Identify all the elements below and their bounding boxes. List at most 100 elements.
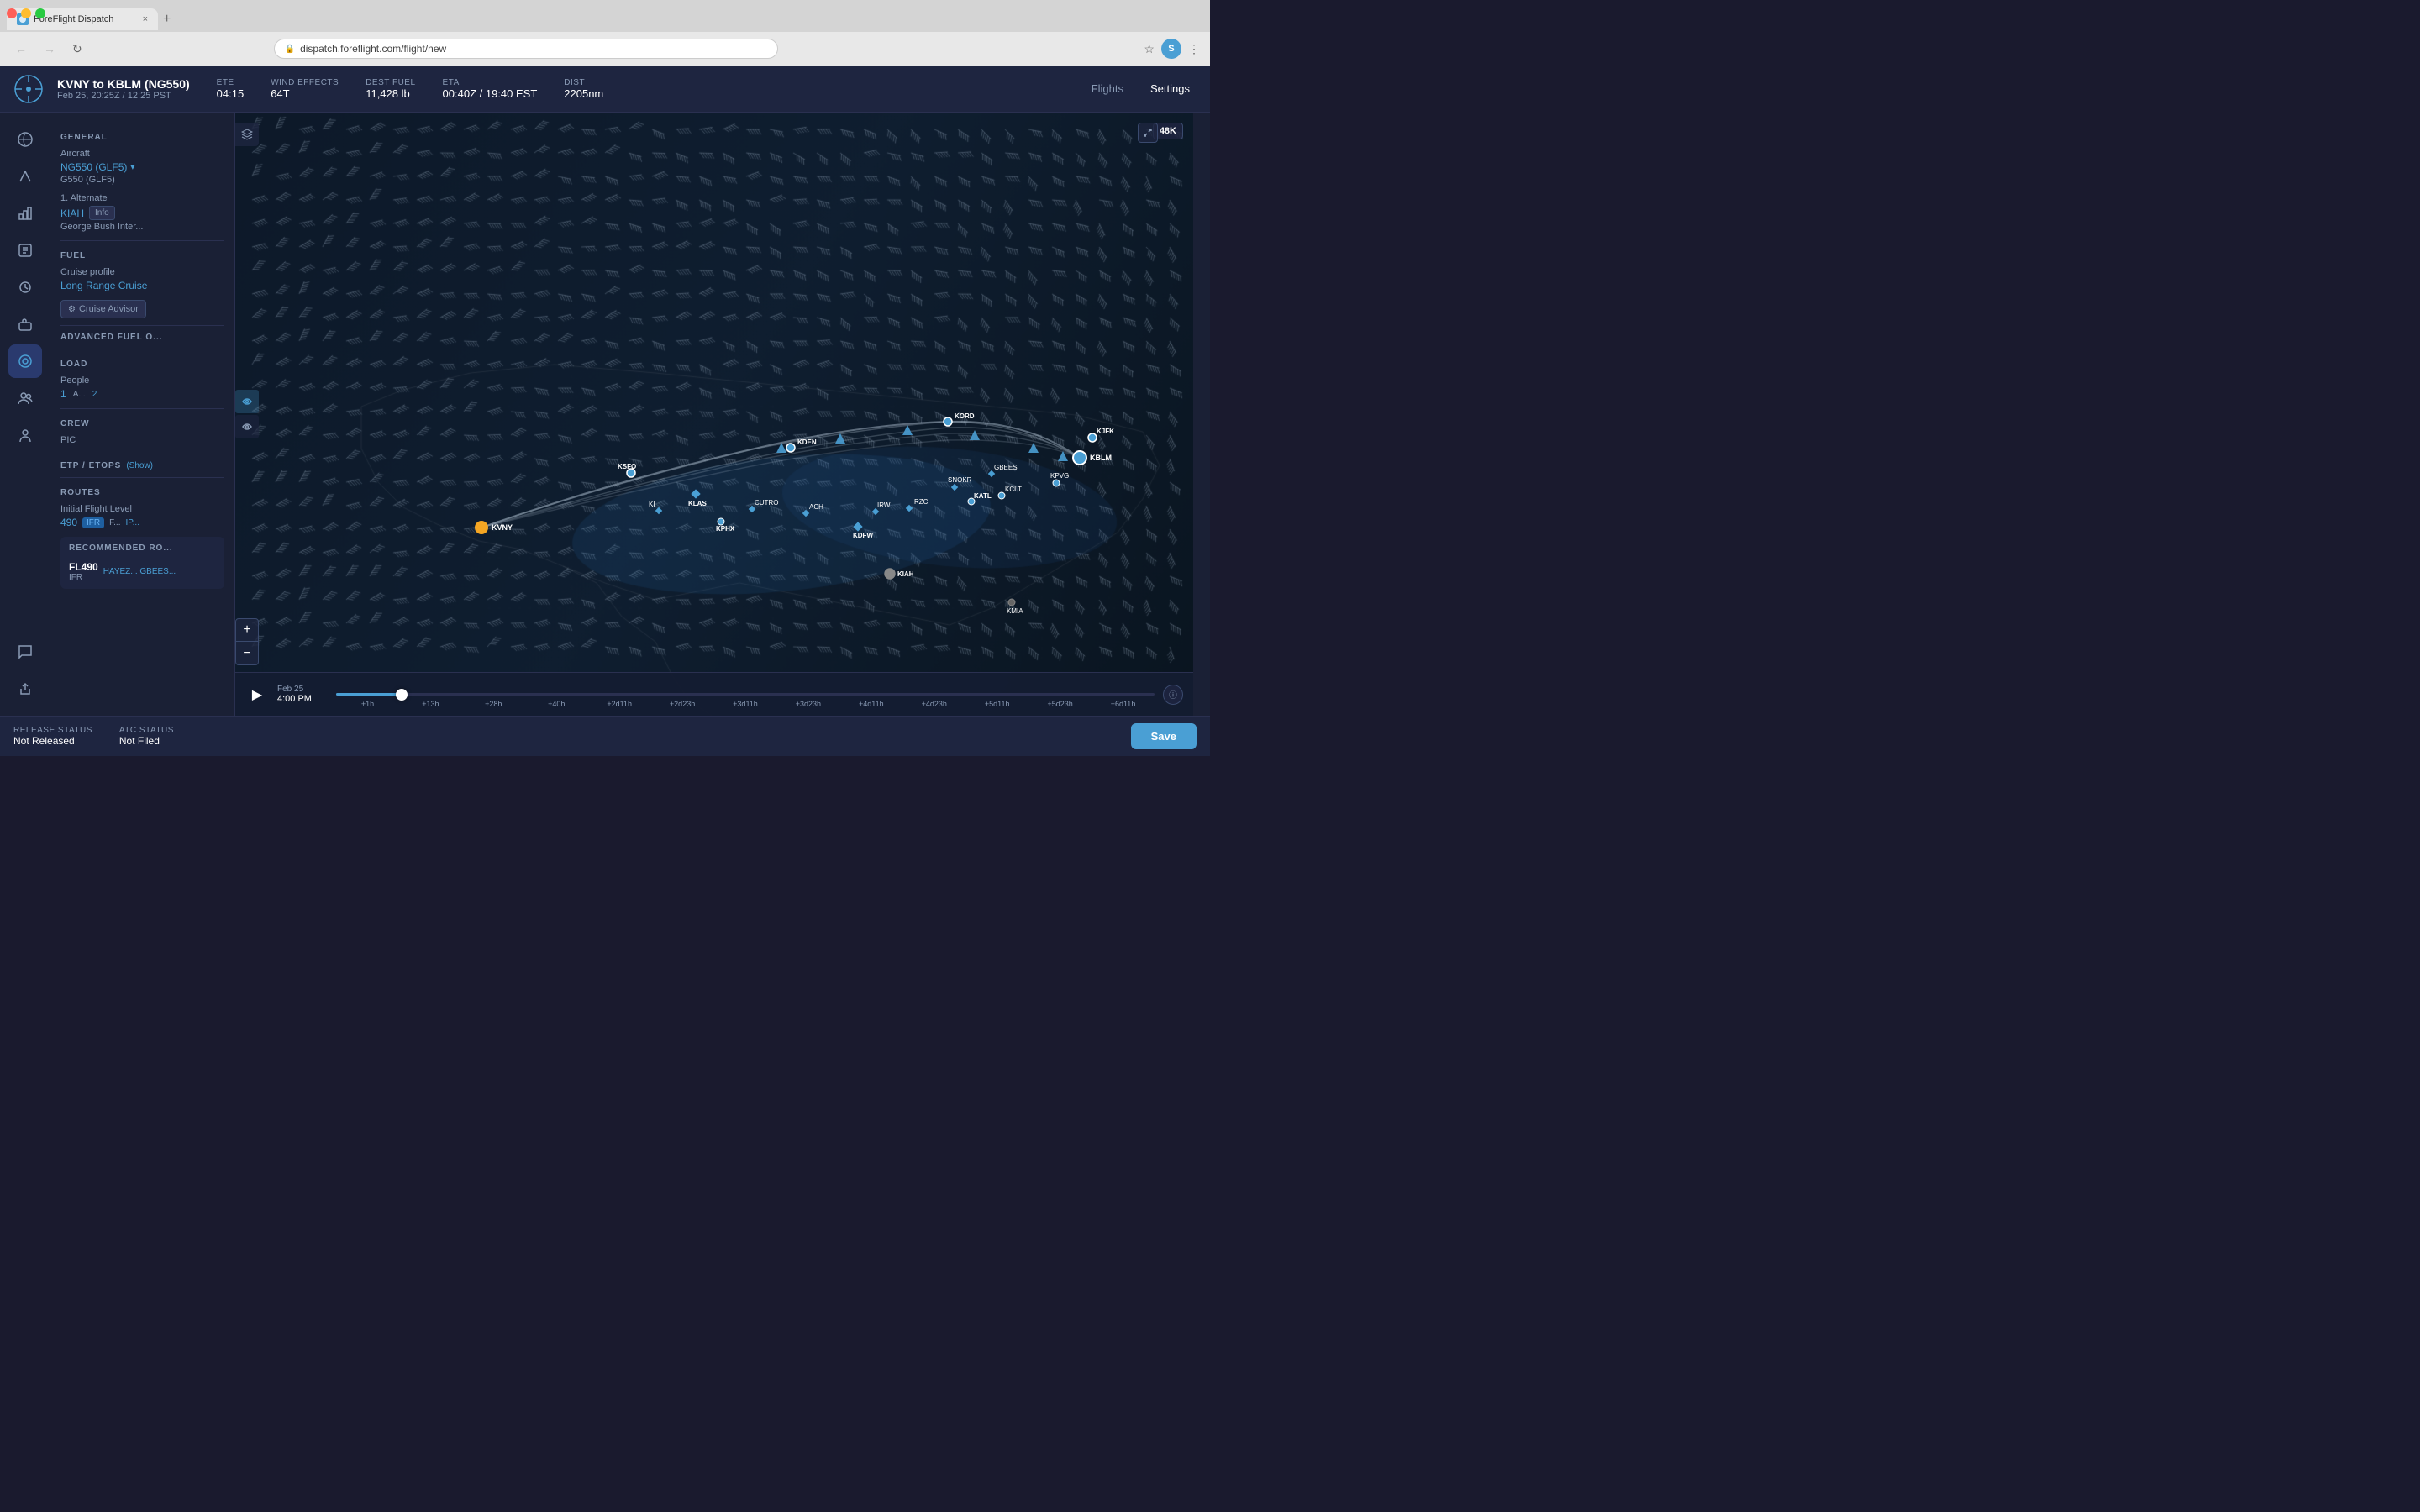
back-button[interactable]: ← — [10, 40, 32, 57]
release-status-value: Not Released — [13, 735, 92, 747]
people-extra: A... — [73, 390, 86, 399]
map-eye-button-2[interactable] — [235, 415, 259, 438]
sidebar-icon-dispatch[interactable] — [8, 344, 42, 378]
forward-button[interactable]: → — [39, 40, 60, 57]
alternate-link[interactable]: KIAH — [60, 207, 84, 219]
new-tab-button[interactable]: + — [163, 12, 171, 27]
flight-stats: ETE 04:15 WIND EFFECTS 64T DEST FUEL 11,… — [217, 78, 604, 100]
etp-show-link[interactable]: (Show) — [126, 461, 153, 470]
divider-2 — [60, 325, 224, 326]
bottom-bar: RELEASE STATUS Not Released ATC STATUS N… — [0, 716, 1210, 756]
sidebar-icon-map[interactable] — [8, 123, 42, 156]
tick-2d11h: +2d11h — [588, 700, 651, 708]
reload-button[interactable]: ↻ — [67, 40, 87, 58]
people-label: People — [60, 375, 224, 386]
tick-4d11h: +4d11h — [839, 700, 902, 708]
tick-1h: +1h — [336, 700, 399, 708]
sidebar-icon-share[interactable] — [8, 672, 42, 706]
recommended-route-row: FL490 IFR HAYEZ... GBEES... — [60, 558, 224, 589]
url-bar[interactable]: 🔒 dispatch.foreflight.com/flight/new — [274, 39, 778, 59]
tick-40h: +40h — [525, 700, 588, 708]
map-area[interactable]: KVNY KBLM KJFK KORD KDEN KLAS KSFO — [235, 113, 1193, 716]
rec-fl-info: FL490 IFR — [69, 561, 98, 582]
expand-map-button[interactable] — [1138, 123, 1158, 143]
settings-nav-button[interactable]: Settings — [1144, 79, 1197, 98]
flights-nav-button[interactable]: Flights — [1085, 79, 1130, 98]
initial-fl-value: 490 — [60, 517, 77, 528]
layer-control-button[interactable] — [235, 123, 259, 146]
stat-dist-label: DIST — [564, 78, 603, 87]
aircraft-selector[interactable]: NG550 (GLF5) ▾ — [60, 161, 224, 173]
alternate-field: 1. Alternate KIAH Info George Bush Inter… — [60, 193, 224, 232]
crew-title: CREW — [60, 419, 224, 428]
sidebar-icon-book[interactable] — [8, 234, 42, 267]
stat-eta-label: ETA — [443, 78, 538, 87]
alternate-name: George Bush Inter... — [60, 222, 224, 232]
zoom-controls: + − — [235, 618, 259, 665]
atc-status-value: Not Filed — [119, 735, 174, 747]
aircraft-sub: G550 (GLF5) — [60, 175, 224, 185]
sidebar-icon-briefcase[interactable] — [8, 307, 42, 341]
atc-status-label: ATC STATUS — [119, 726, 174, 735]
fl-extra: F... — [109, 518, 120, 528]
aircraft-field: Aircraft NG550 (GLF5) ▾ G550 (GLF5) — [60, 149, 224, 185]
fuel-section-title: FUEL — [60, 251, 224, 260]
alternate-row: KIAH Info — [60, 206, 224, 220]
divider-1 — [60, 240, 224, 241]
alternate-info-button[interactable]: Info — [89, 206, 115, 220]
atc-status-group: ATC STATUS Not Filed — [119, 726, 174, 747]
load-title: LOAD — [60, 360, 224, 369]
timeline-fill — [336, 693, 402, 696]
sidebar-icon-route[interactable] — [8, 160, 42, 193]
people-field: People 1 A... 2 — [60, 375, 224, 400]
stat-wind-label: WIND EFFECTS — [271, 78, 339, 87]
timeline-info-button[interactable]: ⓘ — [1163, 685, 1183, 705]
zoom-out-button[interactable]: − — [235, 642, 259, 665]
sidebar-icon-chat[interactable] — [8, 635, 42, 669]
aircraft-link[interactable]: NG550 (GLF5) — [60, 161, 127, 173]
app-logo — [13, 74, 44, 104]
sidebar-icon-people[interactable] — [8, 381, 42, 415]
timeline: ▶ Feb 25 4:00 PM +1h +13h +28h +40h — [235, 672, 1193, 716]
stat-fuel: DEST FUEL 11,428 lb — [366, 78, 415, 100]
release-status-label: RELEASE STATUS — [13, 726, 92, 735]
fl-extra2: IP... — [125, 518, 139, 528]
sidebar-icon-analytics[interactable] — [8, 270, 42, 304]
cruise-profile-link[interactable]: Long Range Cruise — [60, 280, 147, 291]
user-avatar[interactable]: S — [1161, 39, 1181, 59]
cruise-advisor-button[interactable]: ⚙ Cruise Advisor — [60, 300, 146, 318]
initial-fl-field: Initial Flight Level 490 IFR F... IP... — [60, 504, 224, 528]
tab-close-button[interactable]: × — [143, 14, 148, 24]
timeline-bar[interactable]: +1h +13h +28h +40h +2d11h +2d23h +3d11h … — [336, 693, 1155, 696]
url-text: dispatch.foreflight.com/flight/new — [300, 43, 446, 55]
sidebar-icon-person[interactable] — [8, 418, 42, 452]
zoom-in-button[interactable]: + — [235, 618, 259, 642]
initial-fl-tag: IFR — [82, 517, 104, 528]
timeline-thumb[interactable] — [396, 689, 408, 701]
advanced-fuel-title: ADVANCED FUEL O... — [60, 333, 163, 342]
stat-ete-value: 04:15 — [217, 87, 245, 100]
timeline-play-button[interactable]: ▶ — [245, 683, 269, 706]
minimize-window-button[interactable] — [21, 8, 31, 18]
cruise-profile-field: Cruise profile Long Range Cruise — [60, 267, 224, 291]
maximize-window-button[interactable] — [35, 8, 45, 18]
alternate-label: 1. Alternate — [60, 193, 224, 203]
stat-eta: ETA 00:40Z / 19:40 EST — [443, 78, 538, 100]
tick-5d11h: +5d11h — [965, 700, 1028, 708]
tick-4d23h: +4d23h — [902, 700, 965, 708]
sidebar-icon-chart[interactable] — [8, 197, 42, 230]
flight-panel: GENERAL Aircraft NG550 (GLF5) ▾ G550 (GL… — [50, 113, 235, 716]
save-button[interactable]: Save — [1131, 723, 1197, 749]
stat-fuel-value: 11,428 lb — [366, 87, 415, 100]
browser-menu-icon[interactable]: ⋮ — [1188, 42, 1200, 56]
map-eye-button-1[interactable] — [235, 390, 259, 413]
map-canvas — [235, 113, 1193, 716]
rec-fl-num: FL490 — [69, 561, 98, 573]
initial-fl-label: Initial Flight Level — [60, 504, 224, 514]
pic-field: PIC — [60, 435, 224, 445]
close-window-button[interactable] — [7, 8, 17, 18]
aircraft-dropdown-arrow[interactable]: ▾ — [130, 163, 134, 172]
bookmark-icon[interactable]: ☆ — [1144, 42, 1155, 56]
tick-6d11h: +6d11h — [1092, 700, 1155, 708]
tick-5d23h: +5d23h — [1028, 700, 1092, 708]
